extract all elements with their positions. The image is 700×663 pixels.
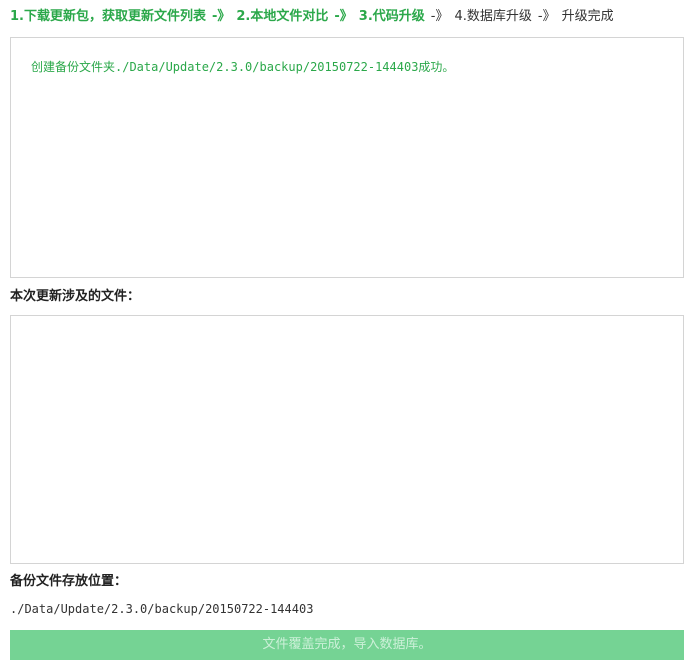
step-download: 1.下载更新包，获取更新文件列表 [10, 9, 206, 24]
step-complete: 升级完成 [561, 9, 614, 24]
log-line: 创建备份文件夹./Data/Update/2.3.0/backup/201507… [31, 60, 455, 74]
step-arrow: -》 [430, 9, 449, 24]
files-section-title: 本次更新涉及的文件： [10, 289, 141, 304]
import-database-button[interactable]: 文件覆盖完成，导入数据库。 [10, 630, 684, 660]
step-arrow: -》 [334, 9, 353, 24]
backup-section-title: 备份文件存放位置： [10, 574, 128, 589]
step-db-upgrade: 4.数据库升级 [454, 9, 532, 24]
changed-files-panel[interactable] [10, 315, 684, 564]
step-arrow: -》 [211, 9, 231, 24]
upgrade-steps: 1.下载更新包，获取更新文件列表 -》 2.本地文件对比 -》 3.代码升级 -… [10, 6, 620, 28]
step-compare: 2.本地文件对比 [236, 9, 329, 24]
step-code-upgrade: 3.代码升级 [358, 9, 425, 24]
upgrade-page: 1.下载更新包，获取更新文件列表 -》 2.本地文件对比 -》 3.代码升级 -… [0, 0, 700, 663]
backup-path: ./Data/Update/2.3.0/backup/20150722-1444… [10, 602, 314, 616]
step-arrow: -》 [537, 9, 556, 24]
upgrade-log-panel[interactable]: 创建备份文件夹./Data/Update/2.3.0/backup/201507… [10, 37, 684, 278]
